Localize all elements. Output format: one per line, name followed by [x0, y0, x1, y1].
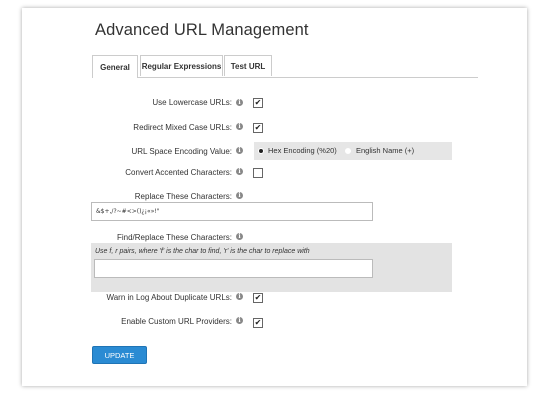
lowercase-checkbox[interactable]: ✔: [253, 98, 263, 108]
custom-providers-checkbox[interactable]: ✔: [253, 318, 263, 328]
tab-general[interactable]: General: [92, 55, 138, 78]
tab-regular-expressions[interactable]: Regular Expressions: [140, 55, 223, 76]
info-icon[interactable]: i: [236, 123, 243, 130]
english-name-radio[interactable]: [344, 147, 352, 155]
lowercase-label: Use Lowercase URLs:: [152, 98, 232, 107]
tab-bar: General Regular Expressions Test URL: [92, 55, 478, 78]
tab-test-url[interactable]: Test URL: [224, 55, 272, 76]
info-icon[interactable]: i: [236, 168, 243, 175]
update-button[interactable]: UPDATE: [92, 346, 147, 364]
hex-encoding-radio[interactable]: [257, 147, 265, 155]
info-icon[interactable]: i: [236, 99, 243, 106]
info-icon[interactable]: i: [236, 233, 243, 240]
convert-accented-checkbox[interactable]: [253, 168, 263, 178]
redirect-mixed-checkbox[interactable]: ✔: [253, 123, 263, 133]
convert-accented-label: Convert Accented Characters:: [125, 168, 232, 177]
info-icon[interactable]: i: [236, 192, 243, 199]
warn-duplicates-label: Warn in Log About Duplicate URLs:: [106, 293, 232, 302]
redirect-mixed-label: Redirect Mixed Case URLs:: [133, 123, 232, 132]
custom-providers-label: Enable Custom URL Providers:: [121, 317, 232, 326]
find-replace-input[interactable]: [94, 259, 373, 278]
replace-chars-label: Replace These Characters:: [134, 192, 232, 201]
space-encoding-label: URL Space Encoding Value:: [131, 147, 232, 156]
replace-chars-input[interactable]: &$+,/?~#<>()¿¡«»!": [91, 202, 373, 221]
page-title: Advanced URL Management: [95, 21, 309, 39]
info-icon[interactable]: i: [236, 147, 243, 154]
english-name-label: English Name (+): [356, 146, 415, 155]
warn-duplicates-checkbox[interactable]: ✔: [253, 293, 263, 303]
hex-encoding-label: Hex Encoding (%20): [268, 146, 337, 155]
settings-panel: Advanced URL Management General Regular …: [22, 8, 527, 386]
info-icon[interactable]: i: [236, 317, 243, 324]
find-replace-hint: Use f, r pairs, where 'f' is the char to…: [95, 248, 310, 255]
info-icon[interactable]: i: [236, 293, 243, 300]
find-replace-label: Find/Replace These Characters:: [116, 233, 232, 242]
space-encoding-radio-group: Hex Encoding (%20) English Name (+): [254, 142, 452, 160]
find-replace-panel: Use f, r pairs, where 'f' is the char to…: [91, 243, 452, 292]
